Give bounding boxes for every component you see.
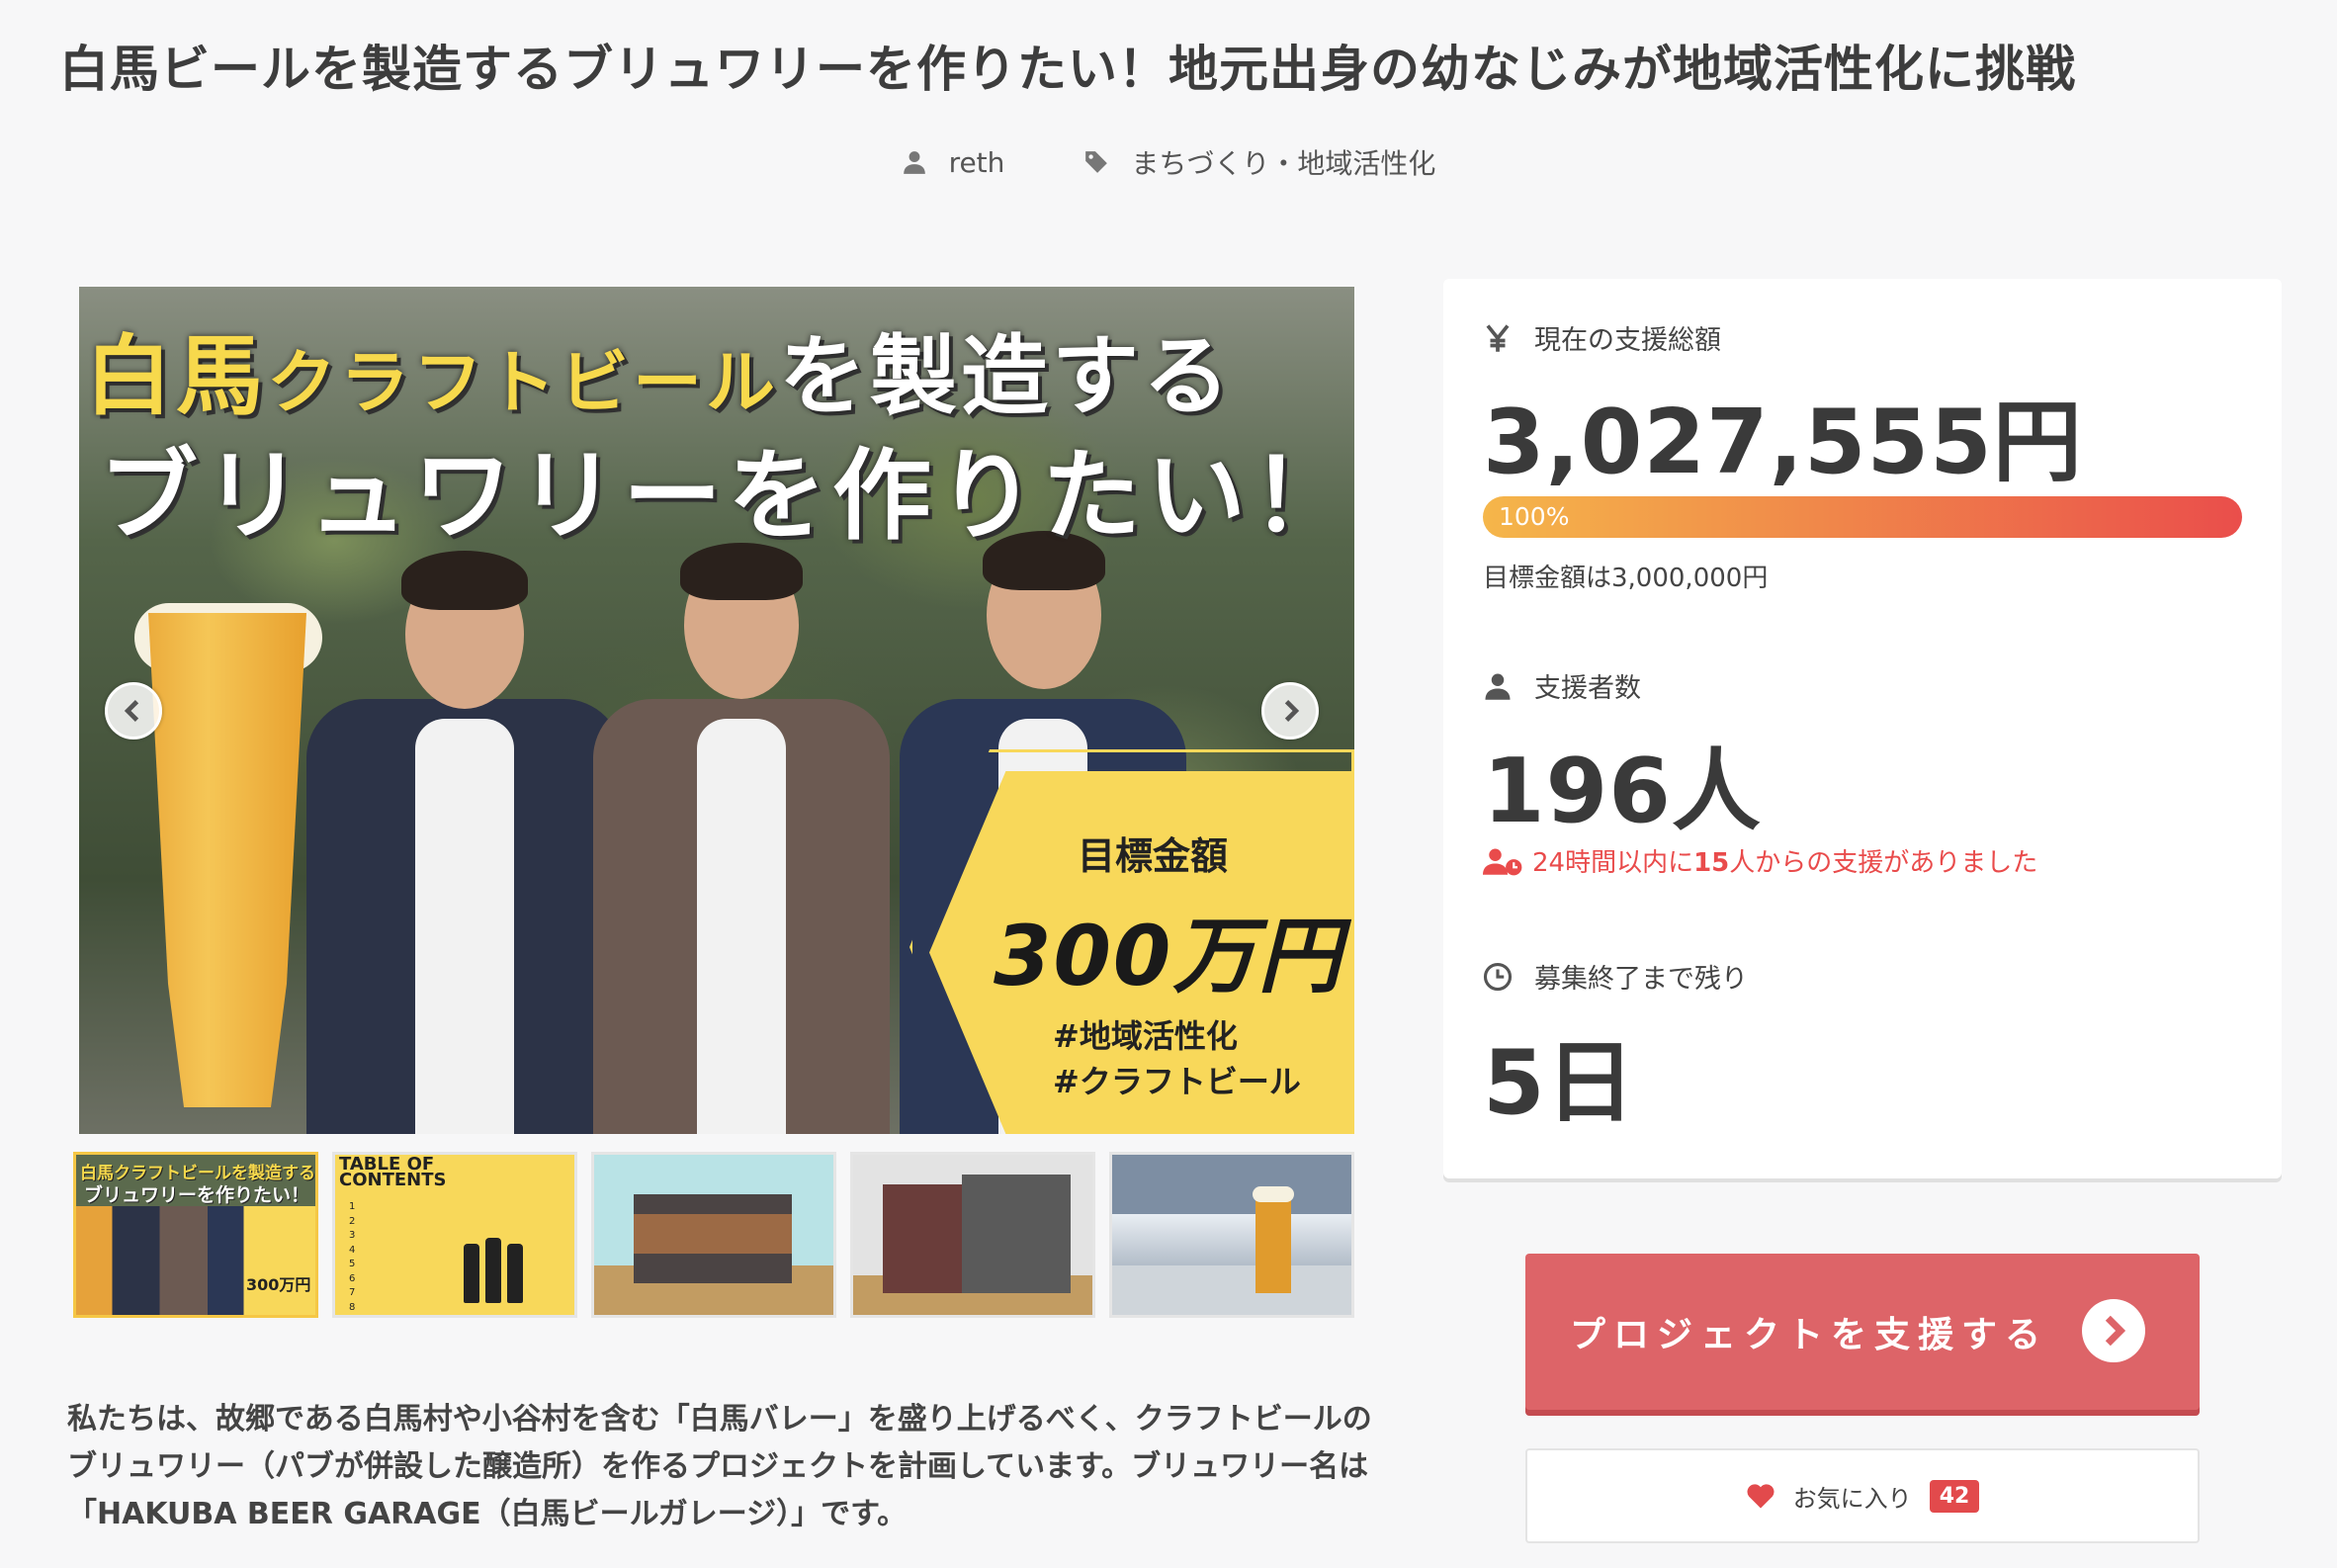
thumb-caption-2: ブリュワリーを作りたい！ [84, 1184, 310, 1206]
user-icon [903, 151, 925, 174]
thumbnail-strip: 白馬クラフトビールを製造する ブリュワリーを作りたい！ 300万円 TABLE … [73, 1152, 1358, 1318]
main-visual: 白馬クラフトビールを製造する ブリュワリーを作りたい！ 目標金額 300万円 #… [79, 287, 1354, 1134]
support-button-label: プロジェクトを支援する [1570, 1315, 2049, 1355]
thumb-table-of-contents[interactable]: TABLE OF CONTENTS 12345678 [332, 1152, 577, 1318]
toc-heading: TABLE OF CONTENTS [339, 1156, 447, 1190]
support-project-button[interactable]: プロジェクトを支援する [1525, 1254, 2200, 1410]
recent-backers-note: 24時間以内に15人からの支援がありました [1483, 842, 2037, 879]
remaining-label-row: 募集終了まで残り [1483, 957, 1748, 996]
favorite-count-badge: 42 [1929, 1479, 1980, 1513]
total-label: 現在の支援総額 [1534, 325, 1721, 356]
chevron-left-icon [124, 700, 139, 722]
chevron-right-circle-icon [2082, 1299, 2145, 1362]
goal-amount: 300万円 [994, 908, 1343, 1004]
yen-icon [1486, 323, 1510, 352]
funding-progress-bar: 100% [1483, 496, 2242, 538]
person-center [593, 543, 890, 1134]
carousel-next-button[interactable] [1261, 682, 1319, 740]
backers-label-row: 支援者数 [1483, 666, 1641, 705]
favorite-button[interactable]: お気に入り 42 [1525, 1448, 2200, 1543]
thumb-building-render-2[interactable] [850, 1152, 1095, 1318]
goal-text: 目標金額は3,000,000円 [1483, 564, 1769, 593]
thumb-beer-mountains[interactable] [1109, 1152, 1354, 1318]
hero-headline-hakuba: 白馬 [85, 325, 268, 427]
recent-suffix: 人からの支援がありました [1729, 848, 2038, 878]
funding-summary-card: 現在の支援総額 3,027,555円 100% 目標金額は3,000,000円 … [1443, 279, 2282, 1178]
category-link[interactable]: まちづくり・地域活性化 [1083, 142, 1435, 182]
tag-regional: #地域活性化 [1053, 1017, 1238, 1055]
hero-headline-line2: ブリュワリーを作りたい！ [99, 438, 1354, 554]
remaining-label: 募集終了まで残り [1534, 964, 1748, 995]
project-meta: reth まちづくり・地域活性化 [0, 142, 2337, 182]
total-label-row: 現在の支援総額 [1483, 318, 1721, 357]
hero-headline-tail: を製造する [779, 325, 1235, 427]
carousel-prev-button[interactable] [105, 682, 162, 740]
favorite-label: お気に入り [1792, 1484, 1912, 1513]
hero-headline-craftbeer: クラフトビール [267, 342, 780, 423]
page-title: 白馬ビールを製造するブリュワリーを作りたい！地元出身の幼なじみが地域活性化に挑戦 [59, 41, 2076, 98]
funding-progress-fill [1483, 496, 2242, 538]
toc-heading-2: CONTENTS [339, 1170, 447, 1190]
chevron-right-icon [1284, 700, 1300, 722]
backers-label: 支援者数 [1534, 673, 1641, 704]
recent-count: 15 [1693, 848, 1730, 878]
author-link[interactable]: reth [902, 142, 1005, 182]
thumb-main-visual[interactable]: 白馬クラフトビールを製造する ブリュワリーを作りたい！ 300万円 [73, 1152, 318, 1318]
progress-percent: 100% [1499, 502, 1570, 531]
hero-headline-line1: 白馬クラフトビールを製造する [85, 306, 1234, 432]
person-left [306, 551, 623, 1134]
user-clock-icon [1483, 848, 1522, 875]
total-amount: 3,027,555円 [1483, 391, 2083, 494]
tag-craftbeer: #クラフトビール [1053, 1063, 1301, 1100]
category-name: まちづくり・地域活性化 [1131, 147, 1436, 180]
toc-list: 12345678 [349, 1201, 356, 1313]
remaining-days: 5日 [1483, 1031, 1636, 1135]
clock-icon [1483, 962, 1513, 991]
author-name: reth [948, 145, 1005, 179]
goal-label: 目標金額 [1078, 834, 1229, 878]
thumb-amount: 300万円 [246, 1275, 311, 1294]
project-description: 私たちは、故郷である白馬村や小谷村を含む「白馬バレー」を盛り上げるべく、クラフト… [67, 1402, 1372, 1531]
thumb-building-render-1[interactable] [591, 1152, 836, 1318]
tag-icon [1085, 151, 1108, 173]
heart-icon [1747, 1484, 1774, 1509]
backers-count: 196人 [1483, 740, 1762, 843]
goal-tags: #地域活性化 #クラフトビール [1053, 1013, 1301, 1104]
user-icon [1485, 673, 1511, 700]
recent-prefix: 24時間以内に [1532, 848, 1694, 878]
